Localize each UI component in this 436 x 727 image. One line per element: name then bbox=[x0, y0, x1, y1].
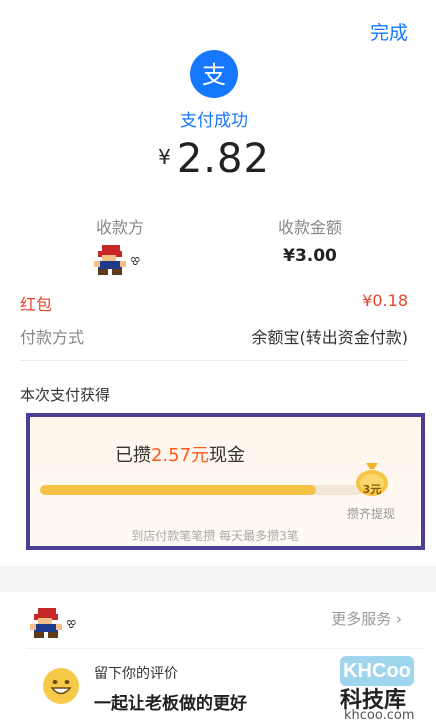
more-services-link[interactable]: 更多服务 › bbox=[331, 608, 402, 629]
saved-cash-line: 已攒2.57元现金 bbox=[30, 441, 330, 467]
smile-emoji-icon bbox=[42, 667, 80, 705]
svg-text:支: 支 bbox=[202, 61, 226, 89]
payment-amount: ¥2.82 bbox=[0, 136, 428, 182]
cashback-card[interactable]: 已攒2.57元现金 3元 攒齐提现 到店付款笔笔攒 每天最多攒3笔 bbox=[26, 413, 425, 550]
payment-method-value: 余额宝(转出资金付款) bbox=[251, 328, 409, 347]
svg-text:ꕢ: ꕢ bbox=[130, 255, 140, 268]
cashback-progress-fill bbox=[40, 485, 316, 495]
received-amount: ¥3.00 bbox=[283, 246, 337, 266]
done-button[interactable]: 完成 bbox=[370, 18, 408, 45]
payment-status: 支付成功 bbox=[180, 111, 248, 131]
amount-value: 2.82 bbox=[176, 136, 270, 182]
svg-text:ꕢ: ꕢ bbox=[66, 618, 76, 631]
cashback-note: 到店付款笔笔攒 每天最多攒3笔 bbox=[131, 529, 299, 543]
earned-title: 本次支付获得 bbox=[20, 386, 111, 404]
divider bbox=[20, 360, 408, 361]
saved-suffix: 现金 bbox=[209, 445, 246, 466]
alipay-logo-icon: 支 bbox=[190, 50, 238, 98]
payee-avatar: ꕢ bbox=[88, 241, 148, 279]
received-amount-label: 收款金额 bbox=[277, 218, 342, 237]
red-packet-label: 红包 bbox=[20, 295, 53, 314]
red-packet-value: ¥0.18 bbox=[362, 291, 408, 310]
payee-label: 收款方 bbox=[95, 218, 144, 237]
merchant-avatar: ꕢ bbox=[24, 604, 88, 642]
section-separator bbox=[0, 566, 436, 592]
review-subtitle: 一起让老板做的更好 bbox=[94, 694, 247, 714]
payment-method-label: 付款方式 bbox=[20, 328, 85, 347]
saved-amount: 2.57元 bbox=[150, 445, 210, 466]
bag-value: 3元 bbox=[362, 483, 382, 496]
saved-prefix: 已攒 bbox=[114, 445, 151, 466]
watermark-url: khcoo.com bbox=[344, 708, 415, 723]
withdraw-caption: 攒齐提现 bbox=[346, 507, 395, 521]
cashback-progress-bar bbox=[40, 485, 362, 495]
review-title: 留下你的评价 bbox=[94, 666, 178, 682]
currency-symbol: ¥ bbox=[158, 145, 171, 169]
